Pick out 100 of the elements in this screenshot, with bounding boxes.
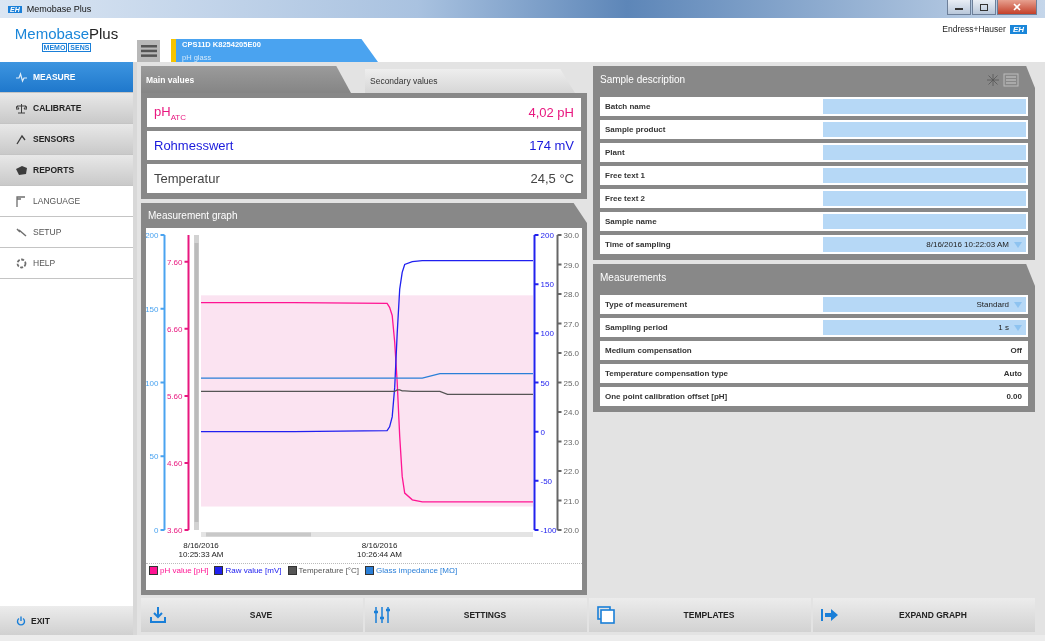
dropdown-field[interactable]: 1 s [823,320,1026,335]
maximize-icon [979,3,989,11]
action-button[interactable]: SETTINGS [365,598,587,632]
axis-tick-label: 5.60 [166,391,183,401]
axis-tick-label: 26.0 [563,349,579,358]
arrow-right-icon [821,606,839,624]
value-reading: 174 mV [529,138,574,153]
input-field[interactable] [823,191,1026,206]
axis-tick-label: 29.0 [563,260,579,270]
horizontal-scrollbar[interactable] [201,532,533,537]
sidebar-item[interactable]: MEASURE [0,62,133,93]
power-icon [16,615,26,626]
axis-tick-label: 27.0 [563,319,579,329]
panel-title: Measurements [600,272,667,283]
pulse-icon [16,71,27,83]
axis-tick-label: 22.0 [563,467,579,476]
axis-tick-label: 30.0 [563,231,579,240]
menu-button[interactable] [137,40,160,62]
axis-tick-label: 21.0 [563,496,579,506]
maximize-button[interactable] [972,0,996,15]
axis-tick-label: 4.60 [166,458,183,468]
property-label: Sample name [605,217,658,226]
dropdown-arrow-icon [1014,301,1022,308]
lifebuoy-icon [16,257,27,269]
value-label: Rohmesswert [154,138,234,153]
property-label: Time of sampling [605,240,672,249]
panel-title: Sample description [600,74,686,85]
property-label: Batch name [605,102,652,111]
axis-tick-label: 100 [540,329,554,339]
axis-tick-label: 50 [540,378,550,388]
wrench-icon [16,226,27,238]
menu-icon [140,45,157,57]
axis-tick-label: 24.0 [563,408,579,417]
input-field[interactable] [823,122,1026,137]
axis-tick-label: 6.60 [166,324,183,334]
logo-accent-text: Plus [89,25,119,42]
property-label: Plant [605,148,626,157]
dropdown-field[interactable]: 8/16/2016 10:22:03 AM [823,237,1026,252]
sidebar-item[interactable]: CALIBRATE [0,93,133,124]
property-label: Sample product [605,125,667,134]
action-button[interactable]: SAVE [141,598,363,632]
axis-tick-label: 23.0 [563,437,579,447]
legend-label: Glass impedance [MΩ] [376,566,458,575]
minimize-button[interactable] [947,0,971,15]
property-value: Off [1009,346,1023,355]
barcode-star-icon[interactable] [986,72,1020,87]
axis-tick-label: 28.0 [563,290,579,299]
axis-tick-label: 150 [540,280,554,290]
property-label: Free text 2 [605,194,647,203]
probe-icon [16,133,27,145]
brand-mark: EH [1009,24,1027,34]
property-label: Type of measurement [605,300,689,309]
property-value: Auto [1002,369,1023,378]
dropdown-arrow-icon [1014,241,1022,248]
vertical-scrollbar[interactable] [194,235,199,530]
input-field[interactable] [823,99,1026,114]
property-label: Sampling period [605,323,669,332]
input-field[interactable] [823,168,1026,183]
axis-tick-label: 200 [146,231,159,240]
time-label: 8/16/2016 10:25:33 AM [178,541,224,559]
time-label: 8/16/2016 10:26:44 AM [357,541,403,559]
dropdown-arrow-icon [1014,324,1022,331]
report-icon [16,164,27,176]
action-button[interactable]: TEMPLATES [589,598,811,632]
axis-tick-label: 20.0 [563,526,579,535]
sliders-icon [373,606,391,624]
logo-text: Memobase [14,25,89,42]
property-value: 0.00 [1005,392,1023,401]
sidebar-item[interactable]: SENSORS [0,124,133,155]
legend-label: Raw value [mV] [225,566,282,575]
copies-icon [597,606,615,624]
exit-button[interactable]: EXIT [0,606,133,635]
scale-icon [16,102,27,114]
panel-title: Measurement graph [148,210,238,221]
property-label: Medium compensation [605,346,693,355]
input-field[interactable] [823,214,1026,229]
value-reading: 24,5 °C [530,171,574,186]
dropdown-field[interactable]: Standard [823,297,1026,312]
close-button[interactable] [997,0,1037,15]
axis-tick-label: -50 [540,476,553,486]
input-field[interactable] [823,145,1026,160]
axis-tick-label: 7.60 [166,257,183,267]
value-label: Temperatur [154,171,220,186]
value-label: pH$_{ATC}$ [154,103,187,122]
property-label: Free text 1 [605,171,647,180]
flag-icon [16,195,27,207]
axis-tick-label: 3.60 [166,526,183,535]
window-title: Memobase Plus [26,4,92,14]
axis-tick-label: -100 [540,526,557,535]
axis-tick-label: 0 [154,526,159,535]
axis-tick-label: 200 [540,231,554,240]
axis-tick-label: 25.0 [563,378,579,388]
property-label: One point calibration offset [pH] [605,392,729,401]
action-button[interactable]: EXPAND GRAPH [813,598,1035,632]
value-reading: 4,02 pH [528,105,574,120]
axis-tick-label: 100 [146,378,159,388]
sidebar-item[interactable]: REPORTS [0,155,133,186]
axis-tick-label: 150 [146,304,159,314]
axis-tick-label: 0 [540,427,545,437]
tab[interactable]: Secondary values [365,69,575,93]
